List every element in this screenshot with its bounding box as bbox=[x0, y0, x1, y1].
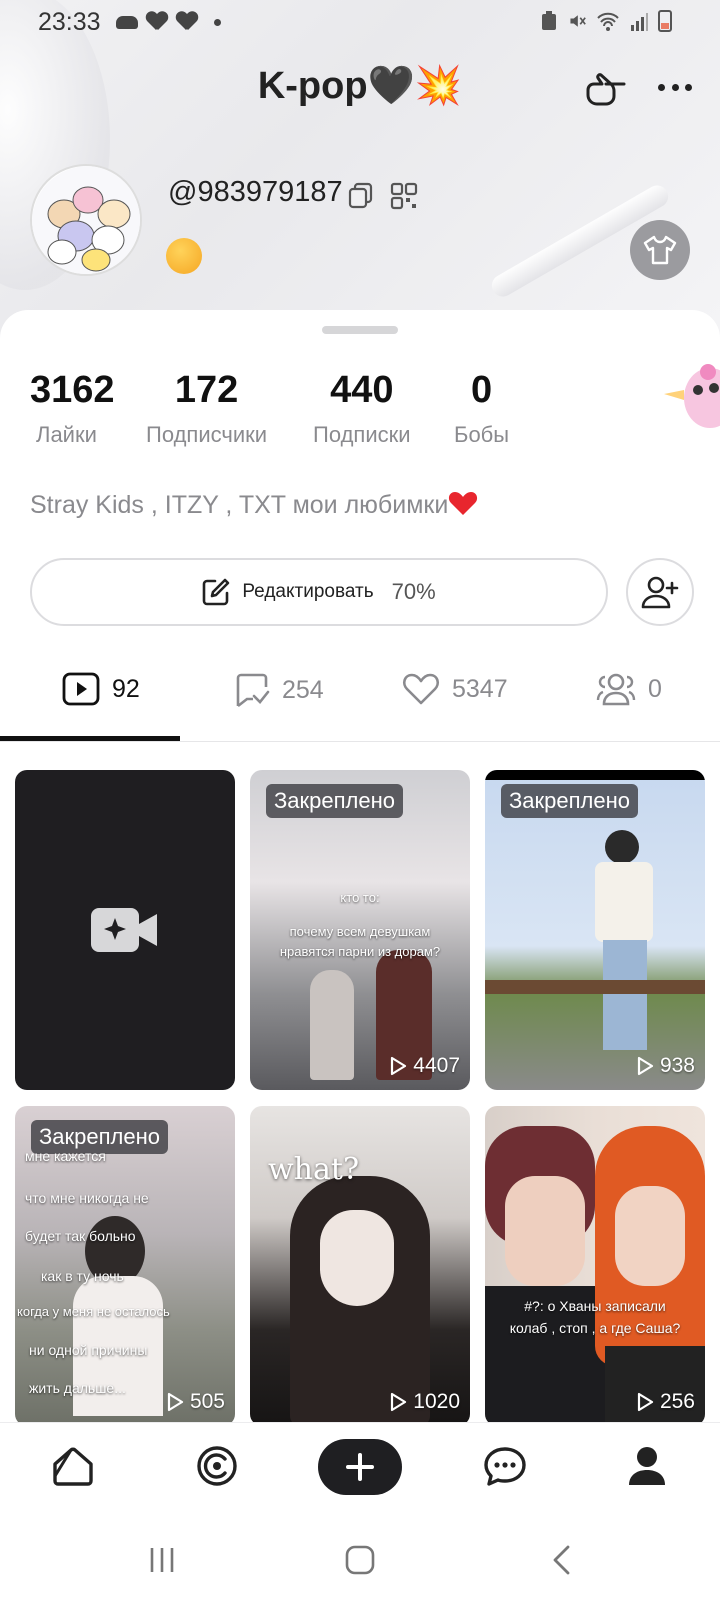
view-count: 1020 bbox=[389, 1390, 460, 1414]
nav-home[interactable] bbox=[48, 1441, 98, 1491]
stat-beans[interactable]: 0 Бобы bbox=[454, 368, 509, 448]
sheet-drag-handle[interactable] bbox=[322, 326, 398, 334]
video-thumbnail[interactable]: Закреплено кто то: почему всем девушкам … bbox=[250, 770, 470, 1090]
bio: Stray Kids , ITZY , TXT мои любимки bbox=[30, 490, 478, 520]
red-heart-icon bbox=[449, 492, 478, 515]
nav-messages[interactable] bbox=[480, 1441, 530, 1491]
copy-icon[interactable] bbox=[348, 182, 374, 210]
video-caption: будет так больно bbox=[25, 1228, 136, 1244]
tab-videos[interactable]: 92 bbox=[62, 672, 140, 706]
more-notifications-dot bbox=[214, 18, 221, 26]
add-person-icon bbox=[641, 576, 679, 609]
friends-icon bbox=[596, 673, 636, 706]
profile-icon bbox=[629, 1447, 665, 1485]
play-icon bbox=[167, 1392, 184, 1412]
more-options-icon[interactable] bbox=[658, 84, 692, 94]
video-caption: нравятся парни из дорам? bbox=[279, 944, 441, 959]
recycle-icon bbox=[542, 11, 556, 30]
view-count: 256 bbox=[636, 1390, 695, 1414]
video-thumbnail[interactable]: Закреплено 938 bbox=[485, 770, 705, 1090]
status-bar: 23:33 bbox=[0, 0, 720, 44]
video-caption: #?: о Хваны записали bbox=[524, 1298, 666, 1314]
avatar[interactable] bbox=[30, 164, 142, 276]
messages-icon bbox=[484, 1447, 526, 1486]
video-caption: когда у меня не осталось bbox=[17, 1304, 170, 1319]
system-navigation-bar bbox=[0, 1514, 720, 1600]
battery-icon bbox=[658, 10, 672, 32]
mute-icon bbox=[570, 15, 586, 27]
discover-icon bbox=[197, 1446, 237, 1486]
video-caption: что мне никогда не bbox=[25, 1190, 149, 1206]
home-button[interactable] bbox=[340, 1540, 380, 1580]
video-caption: почему всем девушкам bbox=[289, 924, 431, 939]
repost-icon bbox=[236, 673, 270, 708]
stat-followers[interactable]: 172 Подписчики bbox=[146, 368, 267, 448]
play-icon bbox=[637, 1056, 654, 1076]
signal-icon bbox=[631, 13, 648, 31]
content-tabs: 92 254 5347 0 bbox=[0, 650, 720, 742]
edit-icon bbox=[203, 578, 230, 606]
tab-friends[interactable]: 0 bbox=[596, 672, 662, 706]
video-caption: колаб , стоп , а где Саша? bbox=[509, 1320, 681, 1336]
status-time: 23:33 bbox=[38, 8, 101, 36]
pointing-hand-icon[interactable] bbox=[584, 68, 628, 112]
stat-likes[interactable]: 3162 Лайки bbox=[30, 368, 115, 448]
recent-apps-button[interactable] bbox=[142, 1540, 182, 1580]
pinned-badge: Закреплено bbox=[266, 784, 403, 818]
view-count: 4407 bbox=[389, 1054, 460, 1078]
video-thumbnail[interactable]: what? 1020 bbox=[250, 1106, 470, 1426]
edit-profile-label: Редактировать bbox=[242, 581, 374, 602]
video-thumbnail[interactable]: #?: о Хваны записали колаб , стоп , а гд… bbox=[485, 1106, 705, 1426]
tab-reposts[interactable]: 254 bbox=[234, 672, 324, 708]
video-caption: мне кажется bbox=[25, 1148, 106, 1164]
shirt-icon bbox=[643, 235, 677, 265]
back-button[interactable] bbox=[542, 1540, 582, 1580]
username: @983979187 bbox=[168, 176, 343, 208]
video-caption: как в ту ночь bbox=[41, 1268, 124, 1284]
video-caption: ни одной причины bbox=[29, 1342, 148, 1358]
nav-profile[interactable] bbox=[622, 1441, 672, 1491]
bottom-navigation bbox=[0, 1422, 720, 1514]
play-icon bbox=[391, 1392, 407, 1412]
video-caption: кто то: bbox=[340, 890, 380, 905]
wifi-icon bbox=[597, 12, 619, 31]
level-badge-icon[interactable] bbox=[166, 238, 202, 274]
edit-profile-button[interactable]: Редактировать 70% bbox=[30, 558, 608, 626]
nav-discover[interactable] bbox=[192, 1441, 242, 1491]
view-count: 938 bbox=[636, 1054, 695, 1078]
active-tab-indicator bbox=[0, 736, 180, 741]
home-square-icon bbox=[345, 1545, 375, 1575]
outfit-button[interactable] bbox=[630, 220, 690, 280]
tab-liked[interactable]: 5347 bbox=[402, 672, 508, 706]
pinned-badge: Закреплено bbox=[501, 784, 638, 818]
camera-add-icon bbox=[91, 908, 157, 952]
video-overlay-text: what? bbox=[268, 1152, 360, 1187]
add-friend-button[interactable] bbox=[626, 558, 694, 626]
profile-completion: 70% bbox=[391, 579, 436, 604]
recent-apps-icon bbox=[150, 1548, 174, 1572]
stat-following[interactable]: 440 Подписки bbox=[313, 368, 411, 448]
create-video-tile[interactable] bbox=[15, 770, 235, 1090]
view-count: 505 bbox=[166, 1390, 225, 1414]
home-icon bbox=[53, 1447, 93, 1486]
heart-icon bbox=[402, 673, 440, 705]
play-icon bbox=[637, 1392, 654, 1412]
qr-code-icon[interactable] bbox=[390, 182, 418, 210]
heart-notification-icon bbox=[176, 12, 198, 32]
video-thumbnail[interactable]: Закреплено мне кажется что мне никогда н… bbox=[15, 1106, 235, 1426]
back-chevron-icon bbox=[553, 1545, 570, 1575]
play-icon bbox=[391, 1056, 407, 1076]
unicorn-sticker-icon[interactable] bbox=[664, 360, 720, 440]
video-icon bbox=[62, 672, 100, 706]
create-button[interactable] bbox=[318, 1439, 402, 1495]
plus-icon bbox=[346, 1453, 374, 1481]
heart-notification-icon bbox=[146, 12, 168, 32]
cloud-icon bbox=[116, 15, 138, 29]
